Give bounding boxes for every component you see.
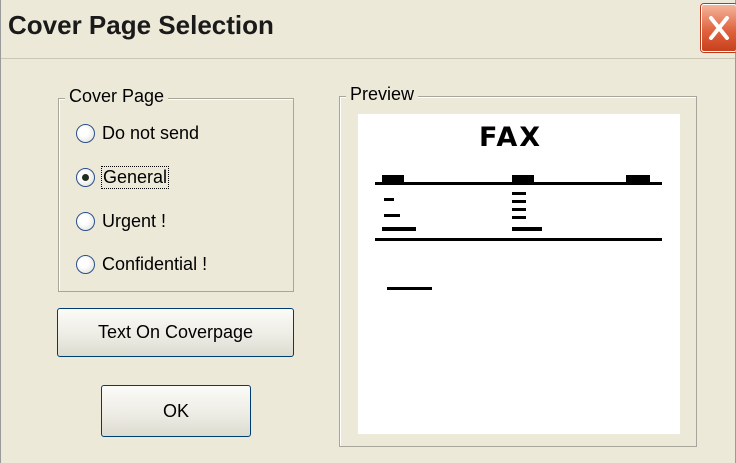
- preview-mark: [512, 216, 526, 219]
- radio-button[interactable]: [76, 123, 95, 143]
- radio-label: Do not send: [102, 122, 200, 143]
- radio-button[interactable]: [76, 254, 95, 274]
- radio-do-not-send[interactable]: Do not send: [76, 118, 199, 148]
- preview-mark: [626, 175, 650, 182]
- radio-button[interactable]: [76, 167, 95, 187]
- close-icon: [709, 16, 729, 40]
- radio-general[interactable]: General: [76, 162, 170, 192]
- radio-label: General: [100, 165, 170, 189]
- cover-page-preview: FAX: [358, 114, 680, 434]
- close-button[interactable]: [701, 4, 736, 52]
- cover-page-selection-dialog: Cover Page Selection Cover Page Do not s…: [0, 0, 736, 463]
- preview-mark: [382, 227, 416, 231]
- preview-mark: [512, 227, 542, 231]
- preview-mark: [382, 175, 404, 182]
- preview-rule: [375, 238, 662, 241]
- radio-selected-dot: [82, 173, 89, 181]
- preview-mark: [384, 214, 400, 217]
- cover-page-group: Cover Page Do not send General Urgent ! …: [58, 86, 294, 292]
- radio-urgent[interactable]: Urgent !: [76, 206, 166, 236]
- preview-mark: [512, 208, 526, 211]
- preview-fax-heading: FAX: [479, 122, 543, 153]
- text-on-coverpage-button[interactable]: Text On Coverpage: [57, 308, 294, 357]
- radio-confidential[interactable]: Confidential !: [76, 249, 207, 279]
- title-bar: Cover Page Selection: [1, 0, 736, 59]
- preview-rule: [375, 182, 662, 185]
- radio-label: Urgent !: [102, 210, 167, 231]
- preview-mark: [387, 287, 432, 290]
- cover-page-legend: Cover Page: [65, 86, 169, 107]
- radio-button[interactable]: [76, 211, 95, 231]
- ok-button[interactable]: OK: [101, 385, 251, 437]
- preview-mark: [512, 200, 526, 203]
- radio-label: Confidential !: [102, 253, 208, 274]
- window-title: Cover Page Selection: [8, 10, 274, 40]
- preview-mark: [512, 175, 534, 182]
- preview-mark: [512, 192, 526, 195]
- preview-legend: Preview: [346, 84, 419, 105]
- preview-mark: [384, 198, 394, 201]
